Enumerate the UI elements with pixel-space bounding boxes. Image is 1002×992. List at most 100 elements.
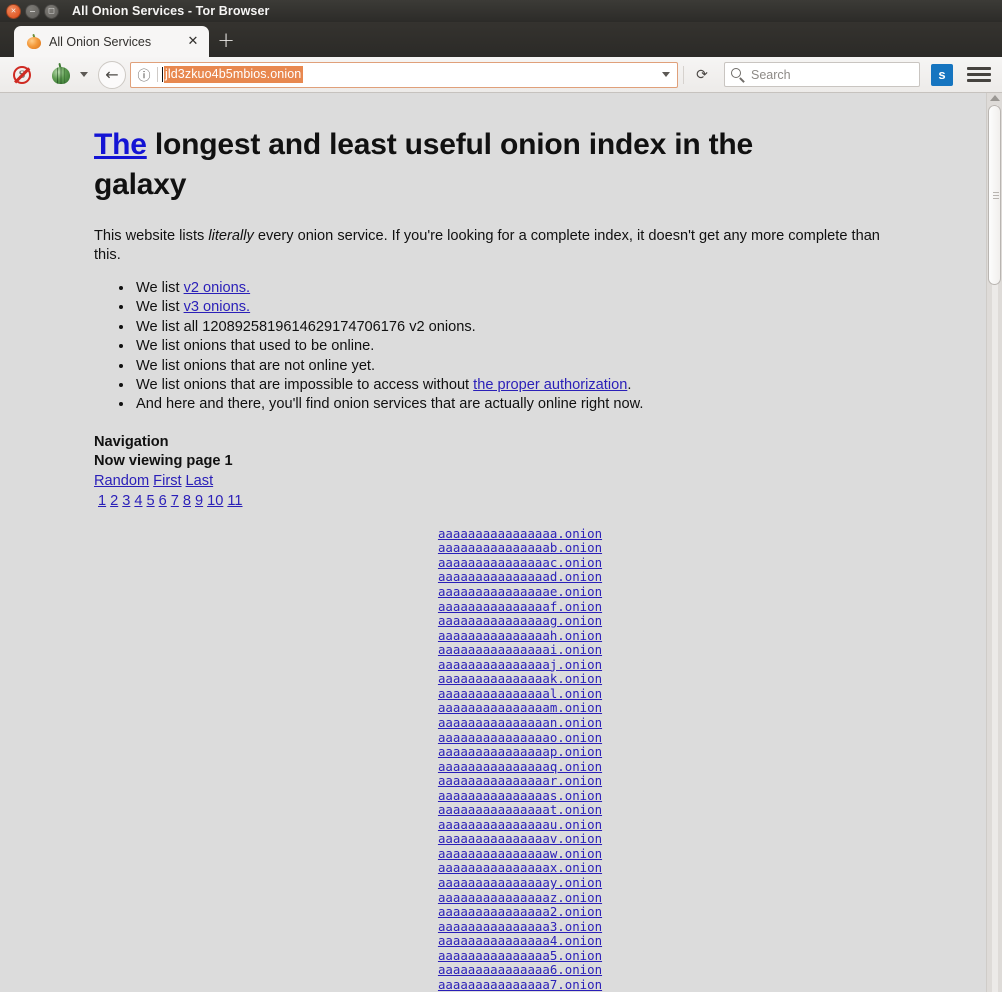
history-dropdown-icon[interactable] xyxy=(655,72,677,77)
window-maximize-button[interactable]: □ xyxy=(44,3,59,19)
page-title: The longest and least useful onion index… xyxy=(94,125,824,205)
text-cursor xyxy=(162,67,163,82)
scroll-up-icon[interactable] xyxy=(990,95,1000,101)
onion-address-link[interactable]: aaaaaaaaaaaaaaau.onion xyxy=(94,817,946,833)
scrollbar-thumb[interactable] xyxy=(988,105,1001,285)
onion-address-link[interactable]: aaaaaaaaaaaaaaao.onion xyxy=(94,730,946,746)
onion-address-link[interactable]: aaaaaaaaaaaaaaaq.onion xyxy=(94,759,946,775)
close-icon: × xyxy=(10,5,17,15)
vertical-scrollbar[interactable] xyxy=(986,93,1002,992)
page-link-5[interactable]: 5 xyxy=(147,493,155,509)
list-item: We list onions that are not online yet. xyxy=(134,357,946,376)
onion-address-link[interactable]: aaaaaaaaaaaaaaav.onion xyxy=(94,832,946,847)
proper-authorization-link[interactable]: the proper authorization xyxy=(473,377,627,393)
fact-text: We list onions that are not online yet. xyxy=(136,357,376,374)
intro-paragraph: This website lists literally every onion… xyxy=(94,227,900,265)
chevron-down-icon[interactable] xyxy=(80,72,88,77)
fact-text: We list all 1208925819614629174706176 v2… xyxy=(136,318,476,335)
onion-address-link[interactable]: aaaaaaaaaaaaaaas.onion xyxy=(94,788,946,804)
torbutton-onion-icon[interactable] xyxy=(49,62,73,87)
search-bar[interactable]: Search xyxy=(724,62,920,87)
onion-address-link[interactable]: aaaaaaaaaaaaaaa2.onion xyxy=(94,905,946,920)
scrollbar-grip xyxy=(993,190,999,201)
v2-onions-link[interactable]: v2 onions. xyxy=(184,280,251,296)
onion-address-link[interactable]: aaaaaaaaaaaaaaaa.onion xyxy=(94,526,946,542)
first-link[interactable]: First xyxy=(153,473,181,489)
title-bar: × – □ All Onion Services - Tor Browser xyxy=(0,0,1002,22)
page-link-3[interactable]: 3 xyxy=(122,493,130,509)
last-link[interactable]: Last xyxy=(186,473,214,489)
onion-address-link[interactable]: aaaaaaaaaaaaaaab.onion xyxy=(94,541,946,556)
minimize-icon: – xyxy=(29,5,35,15)
reload-button[interactable]: ⟳ xyxy=(689,67,715,83)
extension-button[interactable]: s xyxy=(931,63,953,86)
fact-text: We list xyxy=(136,299,184,316)
page-link-6[interactable]: 6 xyxy=(159,493,167,509)
current-page-label: Now viewing page 1 xyxy=(94,452,233,469)
tab-close-icon[interactable]: ✕ xyxy=(185,34,201,49)
address-separator xyxy=(157,67,158,82)
list-item: We list v3 onions. xyxy=(134,298,946,317)
site-identity-icon[interactable]: ⓘ xyxy=(131,65,157,84)
page-link-8[interactable]: 8 xyxy=(183,493,191,509)
list-item: And here and there, you'll find onion se… xyxy=(134,395,946,414)
page-title-rest: longest and least useful onion index in … xyxy=(94,128,754,201)
random-link[interactable]: Random xyxy=(94,473,149,489)
onion-address-link[interactable]: aaaaaaaaaaaaaaaj.onion xyxy=(94,657,946,673)
onion-address-link[interactable]: aaaaaaaaaaaaaaa4.onion xyxy=(94,934,946,949)
page-link-9[interactable]: 9 xyxy=(195,493,203,509)
new-tab-button[interactable]: + xyxy=(209,26,243,57)
list-item: We list onions that used to be online. xyxy=(134,337,946,356)
hamburger-menu-icon[interactable] xyxy=(967,64,991,86)
onion-address-link[interactable]: aaaaaaaaaaaaaaay.onion xyxy=(94,875,946,891)
page-link-10[interactable]: 10 xyxy=(207,493,223,509)
list-item: We list all 1208925819614629174706176 v2… xyxy=(134,318,946,337)
window-minimize-button[interactable]: – xyxy=(25,3,40,19)
page-link-2[interactable]: 2 xyxy=(110,493,118,509)
list-item: We list v2 onions. xyxy=(134,279,946,298)
onion-address-link[interactable]: aaaaaaaaaaaaaaa6.onion xyxy=(94,963,946,978)
back-button[interactable]: ← xyxy=(98,60,126,89)
navigation-links: Random First Last xyxy=(94,472,946,491)
url-input[interactable]: jld3zkuo4b5mbios.onion xyxy=(164,66,304,83)
intro-before: This website lists xyxy=(94,228,209,244)
fact-text: We list onions that are impossible to ac… xyxy=(136,377,474,394)
onion-address-link[interactable]: aaaaaaaaaaaaaaar.onion xyxy=(94,774,946,789)
onion-address-link[interactable]: aaaaaaaaaaaaaaak.onion xyxy=(94,672,946,687)
web-page: The longest and least useful onion index… xyxy=(0,93,986,992)
onion-address-link[interactable]: aaaaaaaaaaaaaaat.onion xyxy=(94,803,946,818)
onion-address-link[interactable]: aaaaaaaaaaaaaaan.onion xyxy=(94,715,946,731)
onion-address-link[interactable]: aaaaaaaaaaaaaaaz.onion xyxy=(94,890,946,906)
toolbar-separator xyxy=(683,65,684,84)
page-link-7[interactable]: 7 xyxy=(171,493,179,509)
page-title-link[interactable]: The xyxy=(94,128,147,161)
onion-address-link[interactable]: aaaaaaaaaaaaaaa5.onion xyxy=(94,948,946,964)
onion-address-link[interactable]: aaaaaaaaaaaaaaag.onion xyxy=(94,614,946,629)
onion-address-link[interactable]: aaaaaaaaaaaaaaa7.onion xyxy=(94,977,946,992)
page-link-4[interactable]: 4 xyxy=(134,493,142,509)
onion-address-link[interactable]: aaaaaaaaaaaaaaae.onion xyxy=(94,584,946,600)
tab-all-onion-services[interactable]: All Onion Services ✕ xyxy=(14,26,209,57)
onion-address-link[interactable]: aaaaaaaaaaaaaaal.onion xyxy=(94,686,946,702)
search-input[interactable]: Search xyxy=(751,68,791,82)
onion-address-link[interactable]: aaaaaaaaaaaaaaaf.onion xyxy=(94,599,946,615)
onion-address-link[interactable]: aaaaaaaaaaaaaaa3.onion xyxy=(94,919,946,935)
page-link-11[interactable]: 11 xyxy=(227,493,242,509)
address-bar[interactable]: ⓘ jld3zkuo4b5mbios.onion xyxy=(130,61,678,88)
onion-address-link[interactable]: aaaaaaaaaaaaaaap.onion xyxy=(94,744,946,760)
onion-address-link[interactable]: aaaaaaaaaaaaaaaw.onion xyxy=(94,846,946,862)
onion-address-link[interactable]: aaaaaaaaaaaaaaax.onion xyxy=(94,861,946,876)
onion-address-list: aaaaaaaaaaaaaaaa.onion aaaaaaaaaaaaaaab.o… xyxy=(94,526,946,992)
v3-onions-link[interactable]: v3 onions. xyxy=(184,299,251,315)
navigation-heading: Navigation xyxy=(94,433,169,450)
onion-address-link[interactable]: aaaaaaaaaaaaaaam.onion xyxy=(94,701,946,716)
page-link-1[interactable]: 1 xyxy=(98,493,106,509)
onion-address-link[interactable]: aaaaaaaaaaaaaaad.onion xyxy=(94,570,946,585)
noscript-icon[interactable]: S xyxy=(9,62,35,88)
tab-title: All Onion Services xyxy=(49,34,152,49)
navigation-section: Navigation Now viewing page 1 Random Firs… xyxy=(94,433,946,511)
window-close-button[interactable]: × xyxy=(6,3,21,19)
onion-address-link[interactable]: aaaaaaaaaaaaaaai.onion xyxy=(94,643,946,658)
onion-address-link[interactable]: aaaaaaaaaaaaaaac.onion xyxy=(94,555,946,571)
onion-address-link[interactable]: aaaaaaaaaaaaaaah.onion xyxy=(94,628,946,644)
